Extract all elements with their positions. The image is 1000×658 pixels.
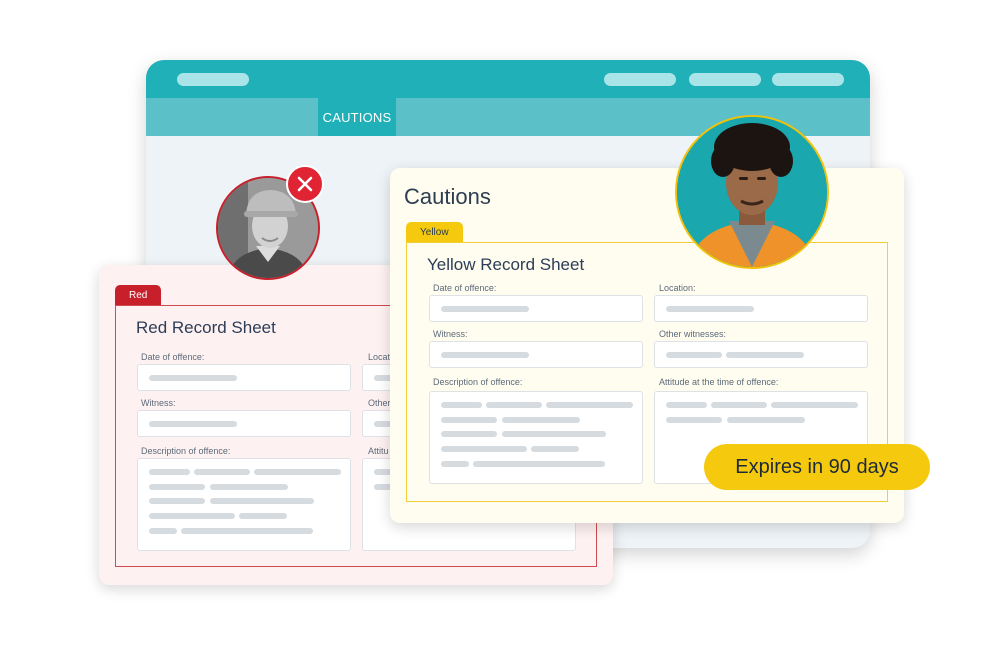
placeholder-line [441,461,469,467]
placeholder-line [149,484,205,490]
placeholder-line [666,306,754,312]
placeholder-line [473,461,605,467]
red-sheet-title: Red Record Sheet [136,318,276,337]
top-menu-item[interactable] [772,73,844,86]
description-label: Description of offence: [141,446,231,456]
placeholder-line [210,484,288,490]
witness-field[interactable] [137,410,351,437]
placeholder-line [181,528,313,534]
placeholder-line [149,498,205,504]
tab-cautions[interactable]: CAUTIONS [318,98,396,136]
date-label: Date of offence: [141,352,205,362]
witness-label: Witness: [433,329,468,339]
description-label: Description of offence: [433,377,523,387]
placeholder-line [531,446,579,452]
placeholder-line [210,498,314,504]
attitude-label: Attitude at the time of offence: [659,377,779,387]
other-witnesses-label: Other [368,398,391,408]
date-label: Date of offence: [433,283,497,293]
placeholder-line [194,469,250,475]
other-witnesses-field[interactable] [362,410,393,437]
placeholder-line [149,528,177,534]
placeholder-line [239,513,287,519]
placeholder-line [502,417,580,423]
attitude-label: Attitu [368,446,389,456]
witness-field[interactable] [429,341,643,368]
close-icon[interactable] [286,165,324,203]
cautions-heading: Cautions [404,184,491,209]
placeholder-line [666,417,722,423]
employee-avatar [675,115,829,269]
red-tab-label[interactable]: Red [115,285,162,305]
placeholder-line [149,421,237,427]
location-label: Locat [368,352,391,362]
app-topbar [146,60,870,98]
placeholder-line [441,306,529,312]
other-witnesses-label: Other witnesses: [659,329,727,339]
description-field[interactable] [429,391,643,484]
placeholder-line [441,446,527,452]
placeholder-line [149,375,237,381]
date-field[interactable] [429,295,643,322]
placeholder-line [666,402,707,408]
placeholder-line [441,402,482,408]
description-field[interactable] [137,458,351,551]
location-field[interactable] [362,364,393,391]
date-field[interactable] [137,364,351,391]
placeholder-line [771,402,858,408]
placeholder-line [441,417,497,423]
placeholder-line [149,513,235,519]
placeholder-line [727,417,805,423]
location-label: Location: [659,283,696,293]
placeholder-line [149,469,190,475]
placeholder-line [502,431,606,437]
top-menu-item[interactable] [604,73,676,86]
placeholder-line [486,402,542,408]
placeholder-line [726,352,804,358]
placeholder-line [441,352,529,358]
placeholder-line [666,352,722,358]
placeholder-line [254,469,341,475]
yellow-sheet-title: Yellow Record Sheet [427,255,585,274]
yellow-tab-label[interactable]: Yellow [406,222,463,242]
location-field[interactable] [654,295,868,322]
expiry-badge: Expires in 90 days [704,444,930,490]
placeholder-line [546,402,633,408]
placeholder-line [711,402,767,408]
top-menu-item[interactable] [689,73,761,86]
other-witnesses-field[interactable] [654,341,868,368]
witness-label: Witness: [141,398,176,408]
logo-placeholder [177,73,249,86]
placeholder-line [441,431,497,437]
